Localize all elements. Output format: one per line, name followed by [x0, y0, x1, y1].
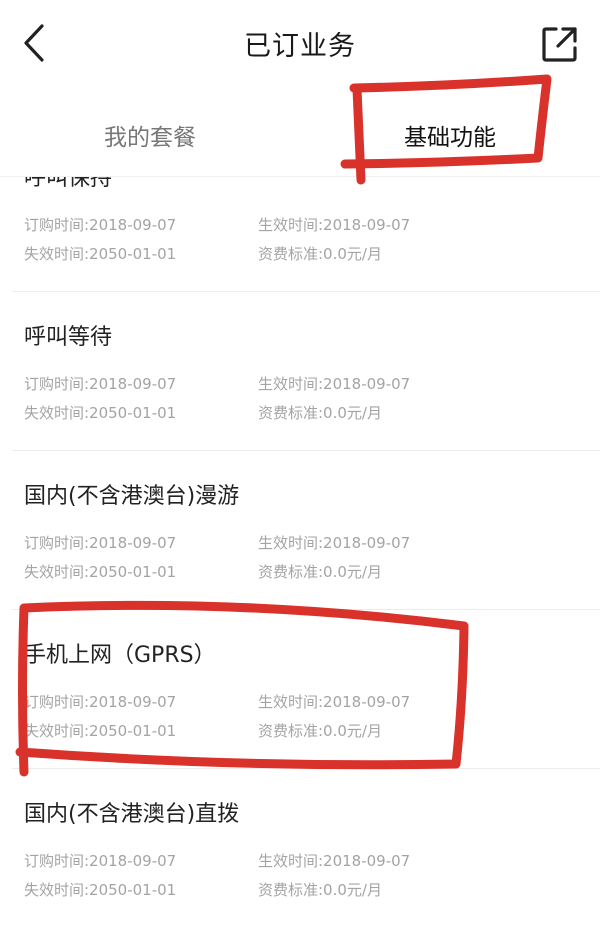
expire-time: 失效时间:2050-01-01 — [24, 404, 177, 422]
service-item[interactable]: 国内(不含港澳台)直拨 订购时间:2018-09-07 生效时间:2018-09… — [0, 770, 600, 928]
order-time: 订购时间:2018-09-07 — [24, 216, 177, 234]
effective-time: 生效时间:2018-09-07 — [258, 216, 411, 234]
service-name: 国内(不含港澳台)漫游 — [24, 484, 240, 509]
effective-time: 生效时间:2018-09-07 — [258, 534, 411, 552]
effective-time: 生效时间:2018-09-07 — [258, 375, 411, 393]
tab-my-plans[interactable]: 我的套餐 — [0, 100, 300, 176]
expire-time: 失效时间:2050-01-01 — [24, 563, 177, 581]
tariff: 资费标准:0.0元/月 — [258, 881, 382, 899]
page-title: 已订业务 — [244, 31, 356, 62]
service-item[interactable]: 国内(不含港澳台)漫游 订购时间:2018-09-07 生效时间:2018-09… — [0, 452, 600, 610]
tariff: 资费标准:0.0元/月 — [258, 404, 382, 422]
divider — [12, 768, 600, 769]
tab-bar: 我的套餐 基础功能 — [0, 100, 600, 177]
expire-time: 失效时间:2050-01-01 — [24, 881, 177, 899]
tariff: 资费标准:0.0元/月 — [258, 245, 382, 263]
divider — [12, 291, 600, 292]
effective-time: 生效时间:2018-09-07 — [258, 852, 411, 870]
effective-time: 生效时间:2018-09-07 — [258, 693, 411, 711]
service-item-gprs[interactable]: 手机上网（GPRS） 订购时间:2018-09-07 生效时间:2018-09-… — [0, 611, 600, 769]
order-time: 订购时间:2018-09-07 — [24, 852, 177, 870]
service-name: 手机上网（GPRS） — [24, 643, 216, 668]
divider — [12, 450, 600, 451]
tab-basic-functions[interactable]: 基础功能 — [300, 100, 600, 176]
divider — [12, 609, 600, 610]
order-time: 订购时间:2018-09-07 — [24, 375, 177, 393]
header-bar: 已订业务 — [0, 0, 600, 88]
order-time: 订购时间:2018-09-07 — [24, 534, 177, 552]
expire-time: 失效时间:2050-01-01 — [24, 245, 177, 263]
expire-time: 失效时间:2050-01-01 — [24, 722, 177, 740]
service-name: 呼叫等待 — [24, 325, 113, 350]
share-button[interactable] — [536, 20, 584, 68]
service-item[interactable]: 呼叫等待 订购时间:2018-09-07 生效时间:2018-09-07 失效时… — [0, 293, 600, 451]
service-name: 国内(不含港澳台)直拨 — [24, 802, 240, 827]
tariff: 资费标准:0.0元/月 — [258, 563, 382, 581]
tariff: 资费标准:0.0元/月 — [258, 722, 382, 740]
order-time: 订购时间:2018-09-07 — [24, 693, 177, 711]
external-link-icon — [542, 27, 577, 62]
